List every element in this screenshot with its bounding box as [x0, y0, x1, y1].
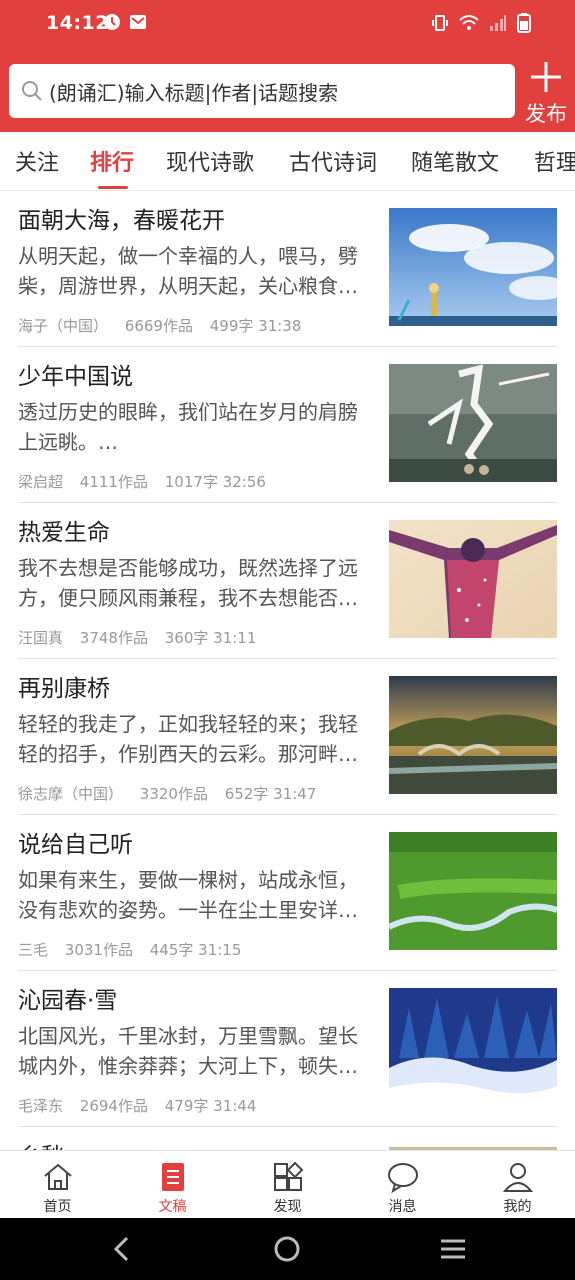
- article-title: 乡愁: [18, 1137, 64, 1150]
- article-author: 三毛: [18, 941, 49, 959]
- list-item[interactable]: 说给自己听 如果有来生，要做一棵树，站成永恒，没有悲欢的姿势。一半在尘土里安详……: [0, 815, 575, 971]
- article-title: 沁园春·雪: [18, 988, 118, 1014]
- tab-follow[interactable]: 关注: [15, 145, 59, 177]
- status-bar: 14:12: [0, 0, 575, 48]
- home-circle-icon[interactable]: [272, 1234, 302, 1264]
- tab-essays[interactable]: 随笔散文: [411, 145, 499, 177]
- article-stats: 360字 31:11: [164, 629, 257, 647]
- list-item[interactable]: 少年中国说 透过历史的眼眸，我们站在岁月的肩膀上远眺。… 梁启超 4111作品 …: [0, 347, 575, 503]
- nav-label: 发现: [273, 1199, 302, 1215]
- article-meta: 三毛 3031作品 445字 31:15: [18, 939, 253, 960]
- article-works-count: 2694作品: [79, 1097, 148, 1115]
- tab-modern-poetry[interactable]: 现代诗歌: [166, 145, 254, 177]
- app-header: 14:12 (朗诵汇)输入标题|作者|话题搜索 发布: [0, 0, 575, 132]
- article-meta: 海子（中国） 6669作品 499字 31:38: [18, 315, 313, 336]
- tab-philosophy[interactable]: 哲理: [534, 145, 575, 177]
- active-tab-indicator: [98, 186, 128, 189]
- article-list: 面朝大海，春暖花开 从明天起，做一个幸福的人，喂马，劈柴，周游世界，从明天起，关…: [0, 191, 575, 1150]
- article-stats: 445字 31:15: [149, 941, 242, 959]
- article-title: 热爱生命: [18, 520, 110, 546]
- article-author: 毛泽东: [18, 1097, 64, 1115]
- article-author: 海子（中国）: [18, 317, 109, 335]
- nav-messages[interactable]: 消息: [345, 1151, 460, 1219]
- article-meta: 梁启超 4111作品 1017字 32:56: [18, 471, 278, 492]
- article-summary: 北国风光，千里冰封，万里雪飘。望长城内外，惟余莽莽；大河上下，顿失…: [18, 1024, 358, 1078]
- article-thumbnail: [389, 676, 557, 794]
- category-tabs: 关注 排行 现代诗歌 古代诗词 随笔散文 哲理: [0, 132, 575, 191]
- nav-discover[interactable]: 发现: [230, 1151, 345, 1219]
- status-time: 14:12: [46, 12, 109, 34]
- status-indicators: [431, 12, 531, 34]
- article-thumbnail: [389, 832, 557, 950]
- article-works-count: 6669作品: [124, 317, 193, 335]
- battery-icon: [517, 13, 531, 33]
- wifi-icon: [459, 15, 479, 30]
- article-thumbnail: [389, 988, 557, 1106]
- publish-label: 发布: [525, 102, 567, 126]
- message-icon: [388, 1163, 418, 1193]
- search-placeholder: (朗诵汇)输入标题|作者|话题搜索: [49, 81, 339, 105]
- article-author: 汪国真: [18, 629, 64, 647]
- article-summary: 如果有来生，要做一棵树，站成永恒，没有悲欢的姿势。一半在尘土里安详…: [18, 868, 358, 922]
- article-stats: 499字 31:38: [209, 317, 302, 335]
- discover-icon: [274, 1161, 304, 1191]
- article-summary: 从明天起，做一个幸福的人，喂马，劈柴，周游世界，从明天起，关心粮食…: [18, 244, 358, 298]
- mail-notification-icon: [130, 15, 146, 29]
- article-works-count: 3320作品: [139, 785, 208, 803]
- nav-documents[interactable]: 文稿: [115, 1151, 230, 1219]
- tab-ranking[interactable]: 排行: [90, 145, 134, 177]
- bottom-navigation: 首页 文稿 发现 消息 我的: [0, 1150, 575, 1219]
- vibrate-icon: [432, 15, 448, 31]
- list-item[interactable]: 再别康桥 轻轻的我走了，正如我轻轻的来；我轻轻的招手，作别西天的云彩。那河畔… …: [0, 659, 575, 815]
- list-item[interactable]: 热爱生命 我不去想是否能够成功，既然选择了远方，便只顾风雨兼程，我不去想能否… …: [0, 503, 575, 659]
- recent-apps-icon[interactable]: [438, 1234, 468, 1264]
- tab-classical-poetry[interactable]: 古代诗词: [289, 145, 377, 177]
- signal-icon: [490, 15, 506, 31]
- article-thumbnail: [389, 520, 557, 638]
- nav-label: 首页: [43, 1199, 72, 1215]
- article-meta: 汪国真 3748作品 360字 31:11: [18, 627, 268, 648]
- plus-icon: [531, 62, 561, 92]
- nav-home[interactable]: 首页: [0, 1151, 115, 1219]
- article-author: 梁启超: [18, 473, 64, 491]
- nav-label: 文稿: [158, 1199, 187, 1215]
- list-item[interactable]: 面朝大海，春暖花开 从明天起，做一个幸福的人，喂马，劈柴，周游世界，从明天起，关…: [0, 191, 575, 347]
- article-stats: 652字 31:47: [224, 785, 317, 803]
- nav-label: 消息: [388, 1199, 417, 1215]
- article-summary: 我不去想是否能够成功，既然选择了远方，便只顾风雨兼程，我不去想能否…: [18, 556, 358, 610]
- article-meta: 徐志摩（中国） 3320作品 652字 31:47: [18, 783, 328, 804]
- list-item[interactable]: 乡愁: [0, 1127, 575, 1150]
- article-author: 徐志摩（中国）: [18, 785, 124, 803]
- app-notification-icon: [104, 14, 120, 30]
- article-title: 再别康桥: [18, 676, 110, 702]
- nav-profile[interactable]: 我的: [460, 1151, 575, 1219]
- article-title: 说给自己听: [18, 832, 133, 858]
- home-icon: [44, 1163, 72, 1190]
- article-works-count: 3748作品: [79, 629, 148, 647]
- search-input[interactable]: (朗诵汇)输入标题|作者|话题搜索: [9, 64, 515, 118]
- article-thumbnail: [389, 364, 557, 482]
- publish-button[interactable]: 发布: [519, 58, 573, 130]
- article-works-count: 4111作品: [79, 473, 148, 491]
- back-icon[interactable]: [107, 1234, 137, 1264]
- article-meta: 毛泽东 2694作品 479字 31:44: [18, 1095, 268, 1116]
- profile-icon: [502, 1163, 534, 1192]
- nav-label: 我的: [503, 1199, 532, 1215]
- article-stats: 479字 31:44: [164, 1097, 257, 1115]
- system-navigation-bar: [0, 1218, 575, 1280]
- document-icon: [162, 1163, 184, 1191]
- article-summary: 透过历史的眼眸，我们站在岁月的肩膀上远眺。…: [18, 400, 358, 454]
- article-title: 面朝大海，春暖花开: [18, 208, 225, 234]
- article-works-count: 3031作品: [64, 941, 133, 959]
- article-stats: 1017字 32:56: [164, 473, 266, 491]
- article-summary: 轻轻的我走了，正如我轻轻的来；我轻轻的招手，作别西天的云彩。那河畔…: [18, 712, 358, 766]
- article-title: 少年中国说: [18, 364, 133, 390]
- search-icon: [22, 81, 42, 101]
- list-item[interactable]: 沁园春·雪 北国风光，千里冰封，万里雪飘。望长城内外，惟余莽莽；大河上下，顿失……: [0, 971, 575, 1127]
- article-thumbnail: [389, 208, 557, 326]
